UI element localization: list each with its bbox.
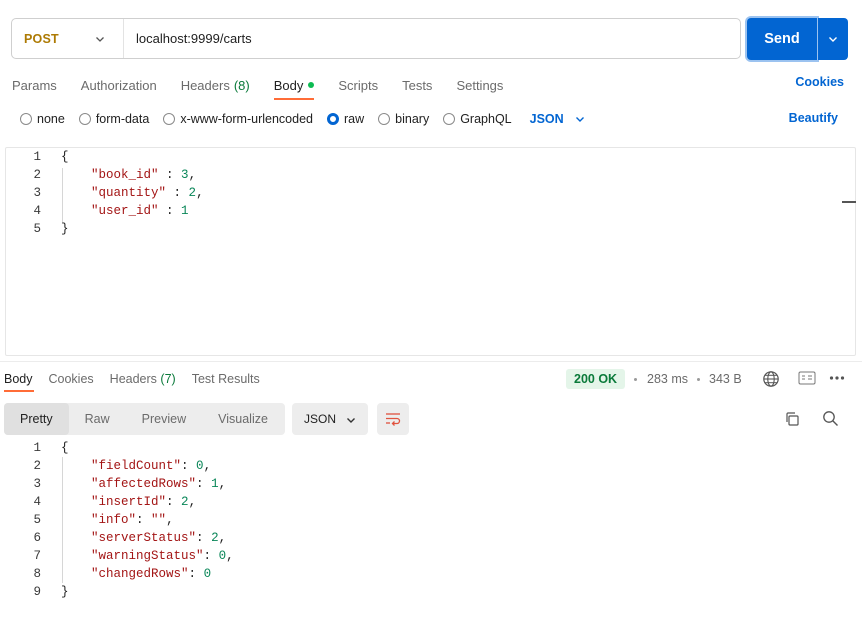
code-line: 1{ — [33, 441, 69, 455]
code-line: 2 "book_id" : 3, — [33, 168, 197, 182]
response-tab-headers[interactable]: Headers (7) — [110, 372, 176, 386]
view-tab-preview[interactable]: Preview — [126, 403, 202, 435]
send-options-button[interactable] — [818, 18, 848, 60]
url-input[interactable] — [124, 19, 740, 58]
method-select[interactable]: POST — [12, 19, 124, 58]
code-line: 2 "fieldCount": 0, — [33, 459, 212, 473]
code-line: 3 "quantity" : 2, — [33, 186, 204, 200]
code-line: 3 "affectedRows": 1, — [33, 477, 227, 491]
response-tab-test-results[interactable]: Test Results — [192, 372, 260, 386]
tab-authorization[interactable]: Authorization — [81, 78, 157, 93]
chevron-down-icon — [829, 37, 837, 42]
cookies-link[interactable]: Cookies — [795, 75, 844, 89]
request-url-bar: POST — [11, 18, 741, 59]
view-tab-visualize[interactable]: Visualize — [202, 403, 284, 435]
more-options-icon[interactable] — [829, 374, 845, 382]
chevron-down-icon — [96, 37, 104, 42]
headers-count: (8) — [233, 77, 250, 93]
code-line: 6 "serverStatus": 2, — [33, 531, 227, 545]
code-line: 1{ — [33, 150, 69, 164]
response-tab-cookies[interactable]: Cookies — [49, 372, 94, 386]
tab-settings[interactable]: Settings — [456, 78, 503, 93]
search-icon[interactable] — [822, 410, 839, 427]
tab-tests[interactable]: Tests — [402, 78, 432, 93]
radio-form-data[interactable]: form-data — [78, 112, 149, 126]
radio-urlencoded[interactable]: x-www-form-urlencoded — [163, 112, 313, 126]
body-type-selector: none form-data x-www-form-urlencoded raw… — [20, 110, 586, 128]
save-response-icon[interactable] — [798, 371, 816, 385]
response-time[interactable]: 283 ms — [647, 372, 688, 386]
copy-icon[interactable] — [784, 411, 800, 427]
radio-raw[interactable]: raw — [327, 112, 364, 126]
code-line: 5 "info": "", — [33, 513, 174, 527]
radio-ring — [443, 113, 456, 125]
response-body-code[interactable]: 1{ 2 "fieldCount": 0, 3 "affectedRows": … — [5, 439, 234, 601]
wrap-lines-icon — [386, 413, 401, 426]
radio-ring — [78, 113, 91, 125]
code-line: 8 "changedRows": 0 — [33, 567, 212, 581]
tab-body[interactable]: Body — [274, 78, 315, 93]
editor-scrollbar-handle[interactable] — [842, 201, 856, 203]
response-tab-body[interactable]: Body — [4, 372, 33, 386]
active-response-tab-indicator — [4, 390, 34, 392]
response-view-tabs: Pretty Raw Preview Visualize — [4, 403, 285, 435]
radio-ring — [163, 113, 176, 125]
beautify-button[interactable]: Beautify — [789, 111, 838, 125]
radio-graphql[interactable]: GraphQL — [443, 112, 512, 126]
separator-dot — [634, 378, 637, 381]
radio-ring — [378, 113, 391, 125]
radio-binary[interactable]: binary — [378, 112, 429, 126]
code-line: 5} — [33, 222, 69, 236]
globe-icon[interactable] — [762, 370, 780, 388]
wrap-lines-button[interactable] — [377, 403, 409, 435]
response-format-select[interactable]: JSON — [292, 403, 368, 435]
radio-ring — [20, 113, 32, 125]
body-indicator-dot — [308, 82, 315, 88]
code-line: 4 "user_id" : 1 — [33, 204, 189, 218]
code-line: 9} — [33, 585, 69, 599]
method-label: POST — [24, 31, 59, 46]
radio-none[interactable]: none — [20, 112, 65, 126]
code-line: 4 "insertId": 2, — [33, 495, 197, 509]
view-tab-raw[interactable]: Raw — [69, 403, 126, 435]
code-line: 7 "warningStatus": 0, — [33, 549, 234, 563]
response-tabs: Body Cookies Headers (7) Test Results — [4, 371, 276, 387]
separator-dot — [697, 378, 700, 381]
radio-ring — [327, 113, 339, 125]
tab-headers[interactable]: Headers (8) — [181, 78, 250, 93]
active-tab-indicator — [274, 98, 314, 100]
request-tabs: Params Authorization Headers (8) Body Scr… — [12, 75, 527, 95]
chevron-down-icon — [575, 117, 584, 122]
tab-params[interactable]: Params — [12, 78, 57, 93]
response-size[interactable]: 343 B — [709, 372, 742, 386]
pane-divider[interactable] — [0, 361, 862, 362]
request-body-code: 1{ 2 "book_id" : 3, 3 "quantity" : 2, 4 … — [5, 148, 204, 238]
response-headers-count: (7) — [160, 372, 176, 386]
status-badge[interactable]: 200 OK — [566, 369, 626, 389]
chevron-down-icon — [347, 418, 355, 423]
send-button[interactable]: Send — [747, 18, 817, 60]
view-tab-pretty[interactable]: Pretty — [4, 403, 69, 435]
body-format-select[interactable]: JSON — [530, 112, 586, 126]
tab-scripts[interactable]: Scripts — [338, 78, 378, 93]
